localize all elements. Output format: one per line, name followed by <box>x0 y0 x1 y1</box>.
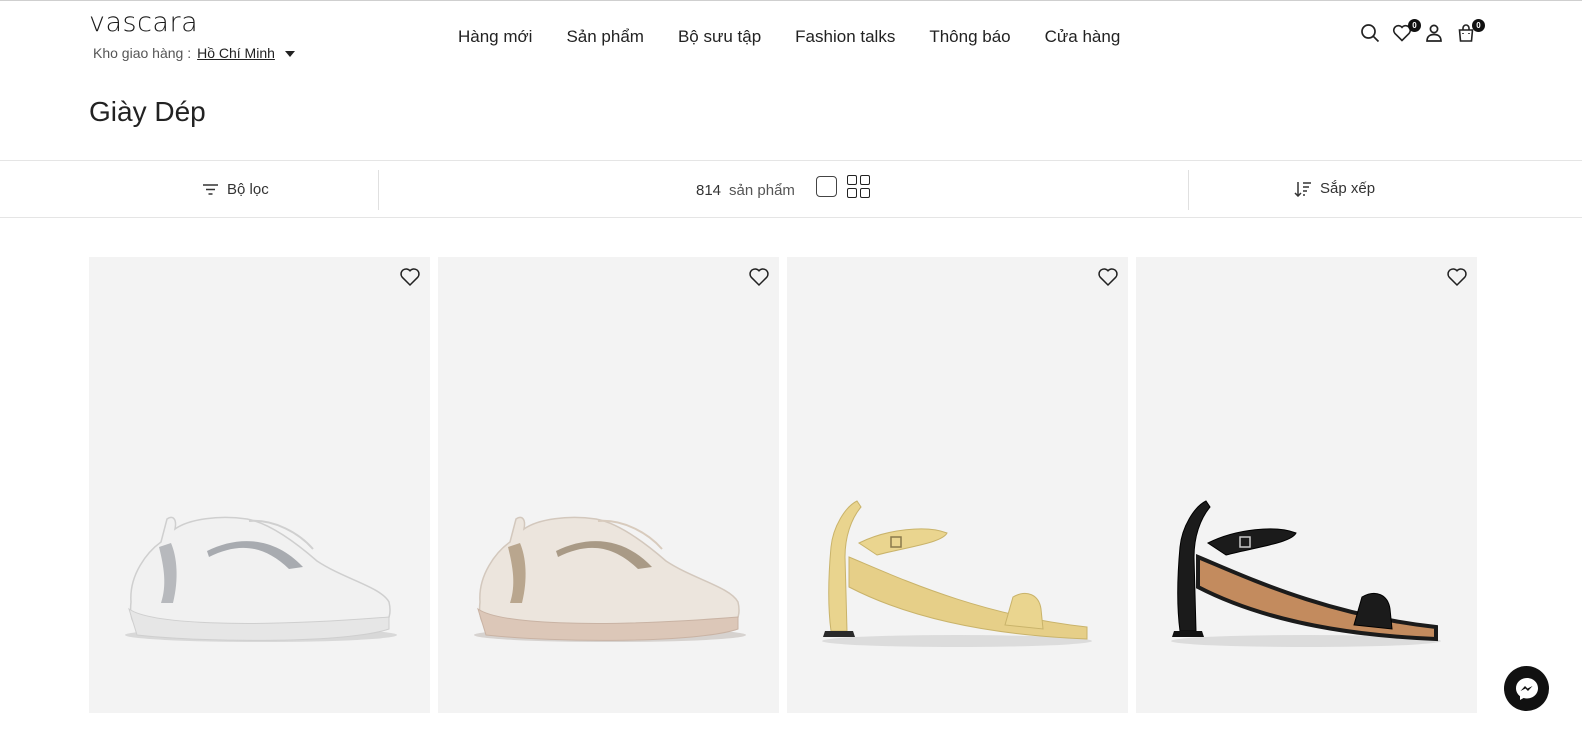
warehouse-label: Kho giao hàng : <box>93 45 192 61</box>
messenger-chat-button[interactable] <box>1504 666 1549 711</box>
product-card[interactable] <box>1136 257 1477 713</box>
listing-toolbar: Bộ lọc 814 sản phẩm Sắp xếp <box>0 160 1582 218</box>
yellow-sandal-image <box>822 500 1092 647</box>
heart-icon[interactable] <box>1446 266 1468 288</box>
nav-item-stores[interactable]: Cửa hàng <box>1045 27 1121 47</box>
heart-icon[interactable] <box>748 266 770 288</box>
product-count-value: 814 <box>696 182 722 199</box>
filter-button[interactable]: Bộ lọc <box>203 181 269 198</box>
main-nav: Hàng mới Sản phẩm Bộ sưu tập Fashion tal… <box>458 27 1154 47</box>
heart-icon[interactable]: 0 <box>1392 19 1421 45</box>
white-sneaker-image <box>125 516 397 642</box>
nav-item-news[interactable]: Thông báo <box>929 27 1010 47</box>
filter-icon <box>203 184 218 195</box>
sort-icon <box>1294 181 1311 197</box>
single-view-icon[interactable] <box>816 176 837 197</box>
bag-icon[interactable]: 0 <box>1456 19 1485 45</box>
divider <box>1188 170 1189 210</box>
search-icon[interactable] <box>1360 23 1380 45</box>
sort-button[interactable]: Sắp xếp <box>1294 180 1375 197</box>
caret-down-icon[interactable] <box>284 51 295 57</box>
product-count: 814 sản phẩm <box>696 182 795 199</box>
heart-icon[interactable] <box>1097 266 1119 288</box>
brand-logo[interactable]: vascara <box>89 7 198 38</box>
product-count-label: sản phẩm <box>729 182 795 199</box>
black-sandal-image <box>1171 500 1441 647</box>
user-icon[interactable] <box>1424 23 1444 45</box>
site-header: vascara Kho giao hàng : Hồ Chí Minh Hàng… <box>0 1 1582 76</box>
nav-item-new[interactable]: Hàng mới <box>458 27 532 47</box>
product-grid <box>89 257 1477 713</box>
wishlist-count-badge: 0 <box>1408 19 1421 32</box>
filter-label: Bộ lọc <box>227 181 269 198</box>
product-card[interactable] <box>438 257 779 713</box>
warehouse-selector[interactable]: Kho giao hàng : Hồ Chí Minh <box>93 45 295 61</box>
page-title: Giày Dép <box>89 96 206 127</box>
warehouse-city[interactable]: Hồ Chí Minh <box>197 45 275 61</box>
nav-item-products[interactable]: Sản phẩm <box>566 27 644 47</box>
nav-item-collections[interactable]: Bộ sưu tập <box>678 27 761 47</box>
divider <box>378 170 379 210</box>
sort-label: Sắp xếp <box>1320 180 1376 197</box>
messenger-icon <box>1515 677 1538 700</box>
product-card[interactable] <box>787 257 1128 713</box>
product-card[interactable] <box>89 257 430 713</box>
header-icons: 0 0 <box>1360 19 1488 45</box>
grid-view-icon[interactable] <box>847 175 871 199</box>
beige-sneaker-image <box>474 516 746 642</box>
nav-item-fashion-talks[interactable]: Fashion talks <box>795 27 895 47</box>
heart-icon[interactable] <box>399 266 421 288</box>
cart-count-badge: 0 <box>1472 19 1485 32</box>
